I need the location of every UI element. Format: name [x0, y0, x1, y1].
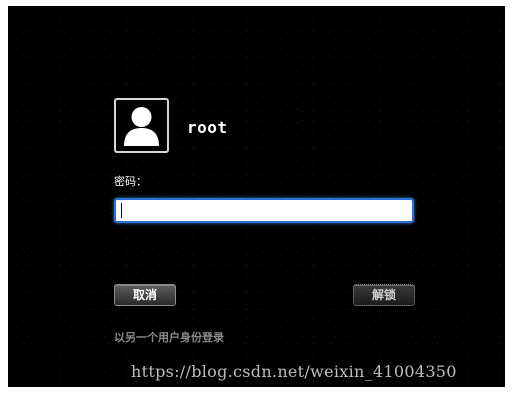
watermark-text: https://blog.csdn.net/weixin_41004350	[131, 362, 457, 381]
unlock-button[interactable]: 解锁	[353, 284, 415, 306]
lock-screen: root 密码： 取消 解锁 以另一个用户身份登录 https://blog.c…	[8, 6, 505, 387]
password-input[interactable]	[114, 198, 414, 223]
cancel-button[interactable]: 取消	[114, 284, 176, 306]
username-label: root	[187, 118, 228, 137]
user-avatar	[114, 98, 169, 153]
text-caret	[121, 203, 122, 218]
user-silhouette-icon	[124, 107, 159, 146]
password-label: 密码：	[114, 175, 147, 188]
login-as-other-user-link[interactable]: 以另一个用户身份登录	[114, 329, 224, 345]
